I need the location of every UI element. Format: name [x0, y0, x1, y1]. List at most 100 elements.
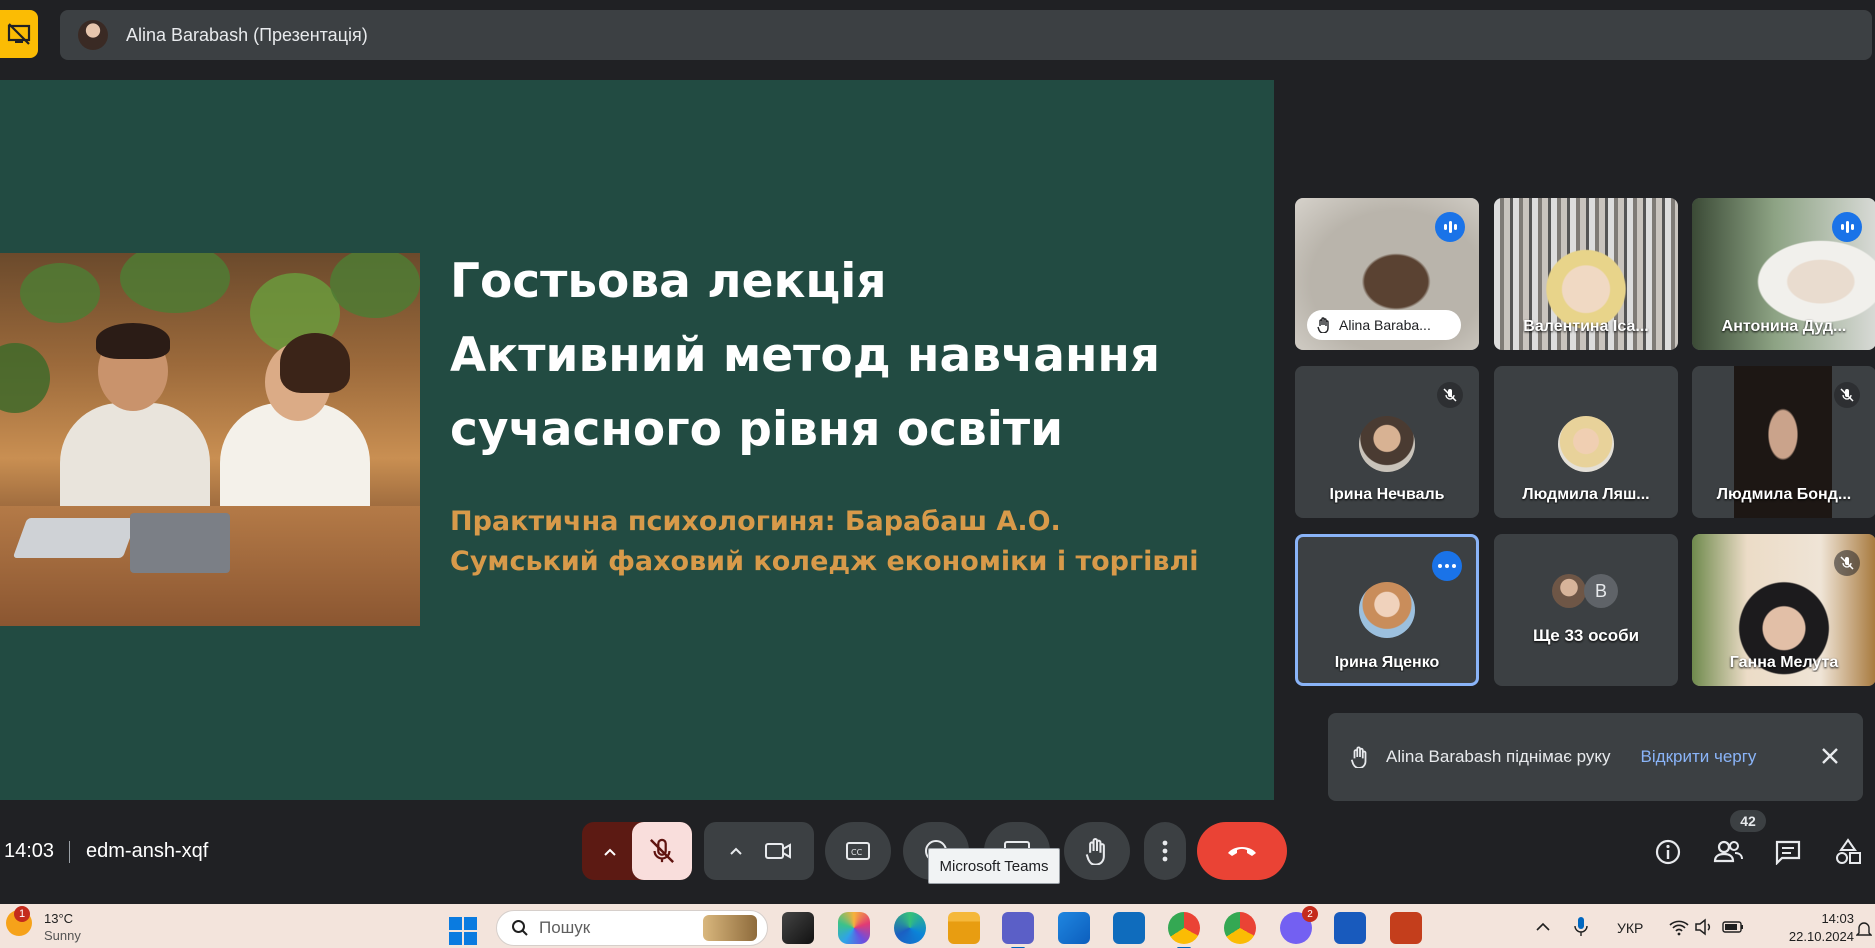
slide-title-line: Гостьова лекція — [450, 254, 887, 309]
participant-tile[interactable]: Ірина Нечваль — [1295, 366, 1479, 518]
volume-icon[interactable] — [1694, 918, 1714, 936]
bell-icon[interactable] — [1856, 920, 1872, 938]
shapes-icon — [1836, 838, 1861, 864]
slide-subtitle-line: Сумський фаховий коледж економіки і торг… — [450, 546, 1199, 577]
language-indicator[interactable]: УКР — [1617, 920, 1643, 936]
activities-button[interactable] — [1832, 836, 1864, 868]
microphone-icon[interactable] — [1572, 916, 1590, 938]
mic-off-icon — [1437, 382, 1463, 408]
speaking-indicator-icon — [1832, 212, 1862, 242]
captions-icon: CC — [846, 842, 870, 860]
chrome-profile-icon[interactable] — [1224, 912, 1256, 944]
chrome-icon[interactable] — [1168, 912, 1200, 948]
more-options-button[interactable] — [1144, 822, 1186, 880]
participant-name: Людмила Ляш... — [1522, 486, 1650, 503]
taskbar-search[interactable]: Пошук — [496, 910, 768, 946]
participant-name: Alina Baraba... — [1339, 317, 1431, 333]
presenter-name: Alina Barabash (Презентація) — [126, 24, 368, 45]
video-options-button[interactable] — [704, 822, 814, 880]
copilot-icon[interactable] — [838, 912, 870, 944]
slide-title-line: Активний метод навчання — [450, 328, 1161, 383]
slide-subtitle: Практична психологиня: Барабаш А.О. Сумс… — [450, 502, 1250, 582]
chevron-up-icon[interactable] — [600, 842, 620, 862]
microphone-button[interactable] — [632, 822, 692, 880]
mic-off-icon — [650, 838, 674, 863]
participant-tile[interactable]: Ірина Яценко — [1295, 534, 1479, 686]
participant-tile[interactable]: Alina Baraba... — [1295, 198, 1479, 350]
teams-icon[interactable] — [1002, 912, 1034, 948]
slide-subtitle-line: Практична психологиня: Барабаш А.О. — [450, 506, 1061, 537]
participant-tile[interactable]: Антонина Дуд... — [1692, 198, 1875, 350]
participant-tile[interactable]: Валентина Іса... — [1494, 198, 1678, 350]
mic-off-icon — [1834, 382, 1860, 408]
notification-badge: 1 — [14, 906, 30, 922]
leave-call-button[interactable] — [1197, 822, 1287, 880]
more-participants-tile[interactable]: В Ще 33 особи — [1494, 534, 1678, 686]
open-queue-link[interactable]: Відкрити чергу — [1641, 747, 1757, 767]
speaking-indicator-icon — [1435, 212, 1465, 242]
chat-button[interactable] — [1772, 836, 1804, 868]
avatar — [1359, 416, 1415, 472]
svg-text:CC: CC — [851, 848, 863, 857]
chevron-up-icon[interactable] — [1534, 918, 1552, 936]
meeting-code: edm-ansh-xqf — [86, 840, 209, 862]
participant-tile[interactable]: Людмила Бонд... — [1692, 366, 1875, 518]
hand-icon — [1085, 838, 1105, 865]
captions-button[interactable]: CC — [825, 822, 891, 880]
tooltip: Microsoft Teams — [928, 848, 1060, 884]
avatar — [1552, 574, 1586, 608]
battery-icon[interactable] — [1722, 920, 1744, 934]
raise-hand-button[interactable] — [1064, 822, 1130, 880]
shared-presentation: Гостьова лекція Активний метод навчання … — [0, 80, 1274, 800]
windows-start-icon[interactable] — [449, 917, 477, 945]
hand-icon — [1317, 317, 1329, 333]
participant-name: Ірина Яценко — [1334, 654, 1440, 671]
close-icon[interactable] — [1819, 745, 1841, 767]
search-icon — [512, 920, 528, 936]
participant-name: Антонина Дуд... — [1721, 318, 1847, 335]
more-vert-icon — [1162, 840, 1168, 862]
phone-hangup-icon — [1228, 847, 1256, 856]
viber-icon[interactable]: 2 — [1280, 906, 1318, 944]
store-icon[interactable] — [1058, 912, 1090, 944]
slide-photo — [0, 253, 420, 626]
raise-hand-notification: Alina Barabash піднімає руку Відкрити че… — [1328, 713, 1863, 801]
participant-name: Ганна Мелута — [1729, 654, 1839, 671]
temperature: 13°C — [44, 911, 74, 926]
clock-date: 22.10.2024 — [1788, 929, 1854, 944]
present-off-icon — [7, 23, 31, 45]
more-options-button[interactable] — [1432, 551, 1462, 581]
search-highlight-image — [703, 915, 757, 941]
avatar — [1359, 582, 1415, 638]
slide-title: Гостьова лекція Активний метод навчання … — [450, 245, 1250, 467]
participant-name: Ще 33 особи — [1532, 626, 1640, 645]
participant-tile[interactable]: Ганна Мелута — [1692, 534, 1875, 686]
sun-icon: 1 — [6, 906, 32, 936]
task-view-icon[interactable] — [782, 912, 814, 944]
windows-taskbar: 1 13°C Sunny — [0, 904, 1875, 948]
meeting-time: 14:03 — [4, 840, 55, 862]
chevron-up-icon — [730, 847, 742, 855]
info-icon — [1655, 839, 1681, 865]
participant-name: Ірина Нечваль — [1329, 486, 1445, 503]
raised-hand-badge: Alina Baraba... — [1307, 310, 1461, 340]
participant-name: Валентина Іса... — [1523, 318, 1649, 335]
system-clock[interactable]: 14:03 22.10.2024 — [1762, 910, 1854, 946]
camera-icon — [765, 843, 791, 859]
meeting-details-button[interactable] — [1652, 836, 1684, 868]
outlook-icon[interactable] — [1113, 912, 1145, 944]
weather-widget[interactable]: 1 13°C Sunny — [6, 906, 81, 944]
stop-presenting-button[interactable] — [0, 10, 38, 58]
weather-condition: Sunny — [44, 928, 81, 943]
file-explorer-icon[interactable] — [948, 912, 980, 944]
slide-title-line: сучасного рівня освіти — [450, 402, 1063, 457]
edge-icon[interactable] — [894, 912, 926, 944]
participant-name: Людмила Бонд... — [1716, 486, 1852, 503]
word-icon[interactable] — [1334, 912, 1366, 944]
people-button[interactable] — [1712, 836, 1744, 868]
wifi-icon[interactable] — [1668, 918, 1690, 936]
powerpoint-icon[interactable] — [1390, 912, 1422, 944]
participant-tile[interactable]: Людмила Ляш... — [1494, 366, 1678, 518]
hand-icon — [1350, 746, 1367, 768]
mic-off-icon — [1834, 550, 1860, 576]
